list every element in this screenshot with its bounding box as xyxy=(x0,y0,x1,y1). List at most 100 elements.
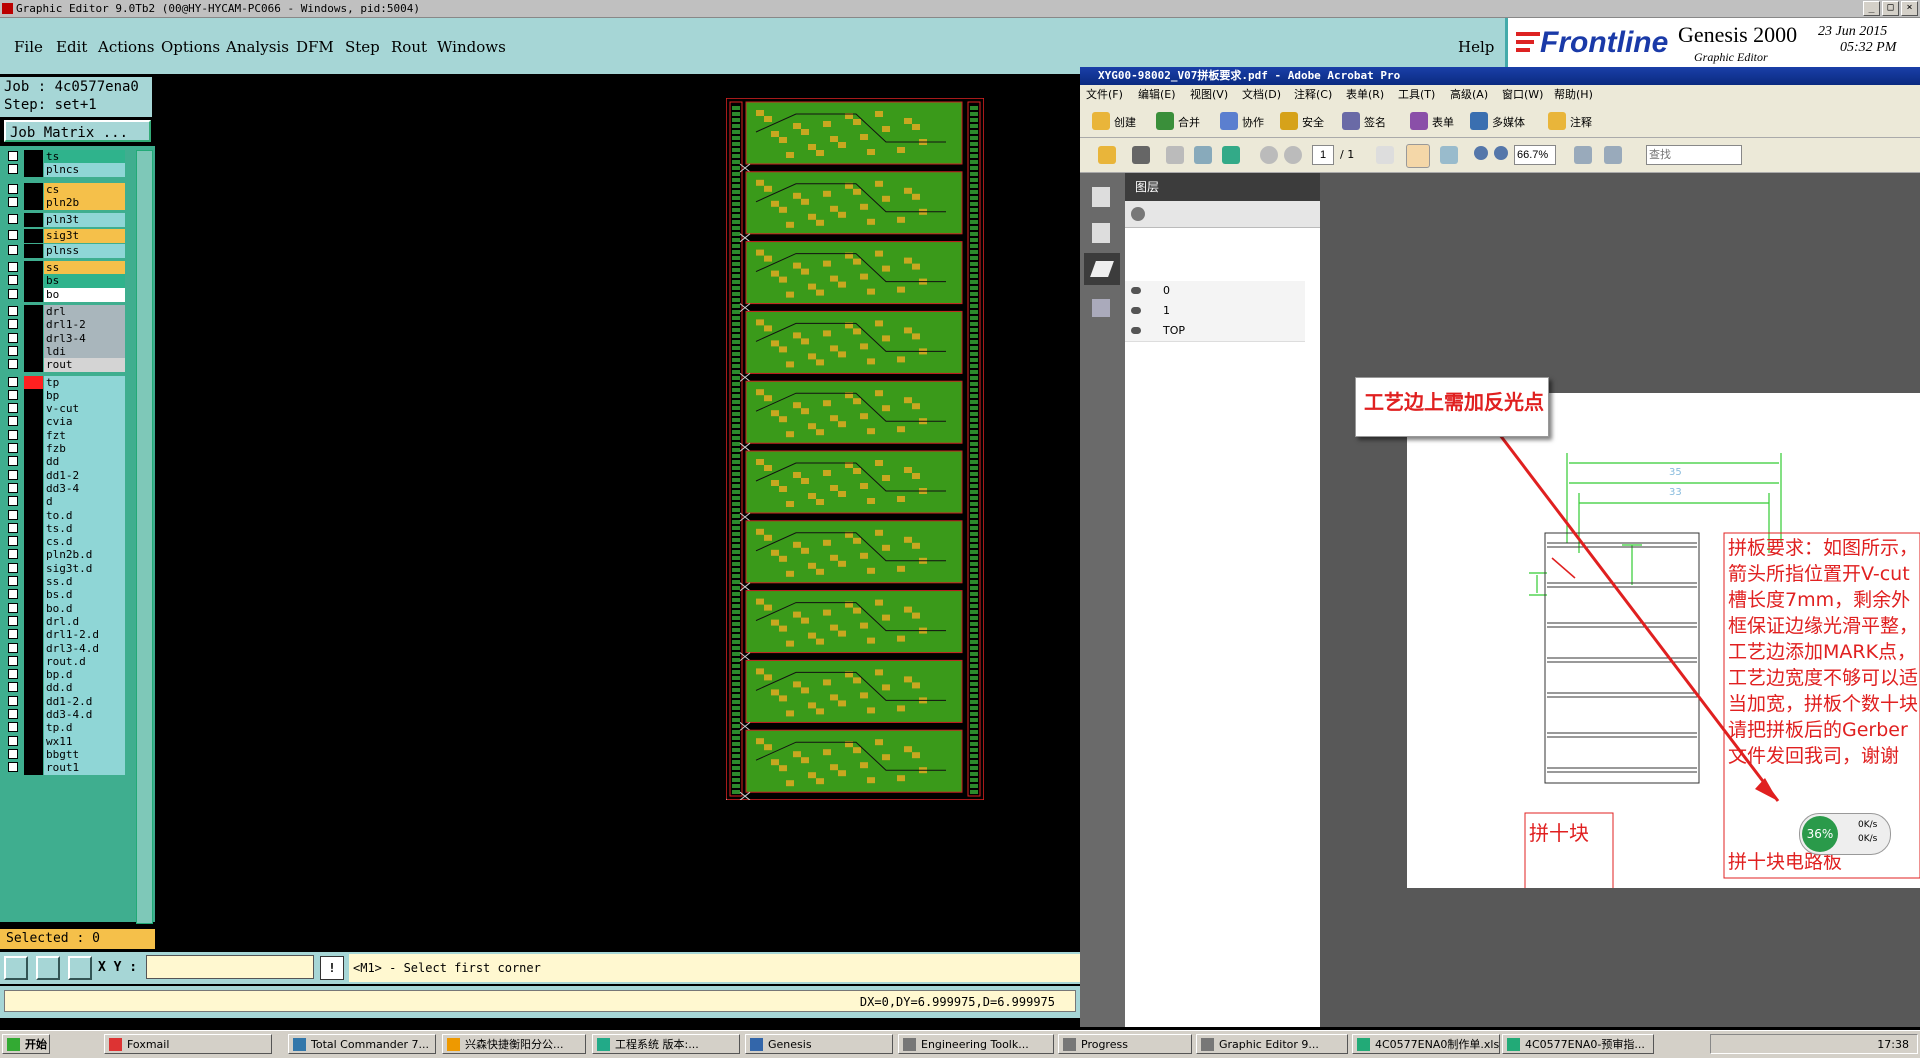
acrobat-menu-item[interactable]: 工具(T) xyxy=(1398,85,1435,105)
layer-row-d[interactable]: d xyxy=(4,495,125,510)
layer-row-rout.d[interactable]: rout.d xyxy=(4,654,125,669)
layer-color-swatch[interactable] xyxy=(24,708,43,722)
layer-row-drl3-4[interactable]: drl3-4 xyxy=(4,331,125,346)
layer-checkbox[interactable] xyxy=(8,682,18,693)
layer-checkbox[interactable] xyxy=(8,709,18,719)
layer-checkbox[interactable] xyxy=(8,576,18,586)
taskbar-item[interactable]: Graphic Editor 9... xyxy=(1196,1034,1348,1054)
layer-checkbox[interactable] xyxy=(8,288,18,299)
layer-checkbox[interactable] xyxy=(8,509,18,520)
layer-row-bs[interactable]: bs xyxy=(4,274,125,289)
layer-checkbox[interactable] xyxy=(8,602,18,613)
acrobat-menu-item[interactable]: 视图(V) xyxy=(1190,85,1228,105)
layer-row-sig3t.d[interactable]: sig3t.d xyxy=(4,561,125,576)
menu-help[interactable]: Help xyxy=(1458,38,1494,56)
layer-row-ss.d[interactable]: ss.d xyxy=(4,575,125,589)
layer-row-dd3-4.d[interactable]: dd3-4.d xyxy=(4,708,125,722)
layer-checkbox[interactable] xyxy=(8,615,18,626)
layer-row-cvia[interactable]: cvia xyxy=(4,415,125,430)
layer-row-cs.d[interactable]: cs.d xyxy=(4,535,125,550)
taskbar-item[interactable]: 工程系统 版本:... xyxy=(592,1034,740,1054)
layer-color-swatch[interactable] xyxy=(24,150,43,164)
acrobat-menu-item[interactable]: 帮助(H) xyxy=(1554,85,1593,105)
hand-tool-icon[interactable] xyxy=(1406,144,1430,168)
layer-checkbox[interactable] xyxy=(8,496,18,507)
zoom-out-icon[interactable] xyxy=(1474,146,1488,160)
pdf-layer-row[interactable]: 1 xyxy=(1125,301,1305,322)
eye-icon[interactable] xyxy=(1131,307,1141,314)
taskbar-item[interactable]: 4C0577ENA0-预审指... xyxy=(1502,1034,1654,1054)
layer-checkbox[interactable] xyxy=(8,229,18,240)
menu-step[interactable]: Step xyxy=(345,38,380,56)
layer-color-swatch[interactable] xyxy=(24,694,43,709)
layer-color-swatch[interactable] xyxy=(24,287,43,302)
layer-color-swatch[interactable] xyxy=(24,508,43,523)
taskbar-item[interactable]: 4C0577ENA0制作单.xls xyxy=(1352,1034,1500,1054)
layer-checkbox[interactable] xyxy=(8,589,18,600)
layer-row-dd1-2.d[interactable]: dd1-2.d xyxy=(4,694,125,709)
layer-row-ts.d[interactable]: ts.d xyxy=(4,521,125,536)
layer-color-swatch[interactable] xyxy=(24,261,43,276)
layer-color-swatch[interactable] xyxy=(24,681,43,696)
layer-checkbox[interactable] xyxy=(8,536,18,547)
layers-tab[interactable] xyxy=(1084,253,1120,285)
layer-checkbox[interactable] xyxy=(8,655,18,666)
layer-row-rout1[interactable]: rout1 xyxy=(4,761,125,776)
layer-checkbox[interactable] xyxy=(8,376,18,387)
menu-edit[interactable]: Edit xyxy=(56,38,87,56)
info-icon[interactable]: ! xyxy=(320,956,344,980)
layer-row-ts[interactable]: ts xyxy=(4,150,125,164)
layer-checkbox[interactable] xyxy=(8,359,18,370)
fit-width-icon[interactable] xyxy=(1574,146,1592,164)
layer-checkbox[interactable] xyxy=(8,695,18,706)
layer-row-to.d[interactable]: to.d xyxy=(4,508,125,523)
layer-color-swatch[interactable] xyxy=(24,668,43,683)
layer-checkbox[interactable] xyxy=(8,262,18,273)
layer-checkbox[interactable] xyxy=(8,214,18,225)
grid-snap-icon[interactable] xyxy=(68,956,92,980)
layer-checkbox[interactable] xyxy=(8,306,18,316)
pcb-panel-canvas[interactable] xyxy=(726,98,984,800)
layer-row-pln2b.d[interactable]: pln2b.d xyxy=(4,548,125,563)
layer-row-v-cut[interactable]: v-cut xyxy=(4,402,125,417)
layer-checkbox[interactable] xyxy=(8,183,18,194)
next-page-icon[interactable] xyxy=(1284,146,1302,164)
search-input[interactable] xyxy=(1646,145,1742,165)
zoom-input[interactable] xyxy=(1514,145,1556,165)
taskbar-item[interactable]: 兴森快捷衡阳分公... xyxy=(442,1034,586,1054)
save-icon[interactable] xyxy=(1166,146,1184,164)
layer-color-swatch[interactable] xyxy=(24,213,43,228)
acrobat-menu-item[interactable]: 编辑(E) xyxy=(1138,85,1176,105)
maximize-button[interactable]: □ xyxy=(1882,1,1899,16)
layer-color-swatch[interactable] xyxy=(24,734,43,749)
acrobat-menu-item[interactable]: 窗口(W) xyxy=(1502,85,1543,105)
menu-rout[interactable]: Rout xyxy=(391,38,427,56)
layer-checkbox[interactable] xyxy=(8,482,18,493)
layer-checkbox[interactable] xyxy=(8,319,18,330)
layer-color-swatch[interactable] xyxy=(24,575,43,589)
signatures-icon[interactable] xyxy=(1092,299,1110,317)
layer-checkbox[interactable] xyxy=(8,748,18,759)
zoom-tool-icon[interactable] xyxy=(1440,146,1458,164)
layer-checkbox[interactable] xyxy=(8,469,18,480)
layer-color-swatch[interactable] xyxy=(24,601,43,616)
layer-options[interactable] xyxy=(1125,201,1320,228)
measure-icon[interactable] xyxy=(36,956,60,980)
layer-checkbox[interactable] xyxy=(8,522,18,533)
layer-color-swatch[interactable] xyxy=(24,318,43,333)
layer-row-pln2b[interactable]: pln2b xyxy=(4,195,125,210)
layer-row-dd1-2[interactable]: dd1-2 xyxy=(4,468,125,483)
layer-color-swatch[interactable] xyxy=(24,521,43,536)
layer-color-swatch[interactable] xyxy=(24,228,43,243)
layer-row-drl1-2[interactable]: drl1-2 xyxy=(4,318,125,333)
layer-color-swatch[interactable] xyxy=(24,468,43,483)
layer-color-swatch[interactable] xyxy=(24,548,43,563)
layer-row-drl[interactable]: drl xyxy=(4,305,125,319)
layer-checkbox[interactable] xyxy=(8,244,18,255)
layer-color-swatch[interactable] xyxy=(24,305,43,319)
menu-windows[interactable]: Windows xyxy=(437,38,506,56)
layer-checkbox[interactable] xyxy=(8,164,18,175)
layer-checkbox[interactable] xyxy=(8,762,18,773)
layer-color-swatch[interactable] xyxy=(24,761,43,776)
layer-checkbox[interactable] xyxy=(8,345,18,356)
